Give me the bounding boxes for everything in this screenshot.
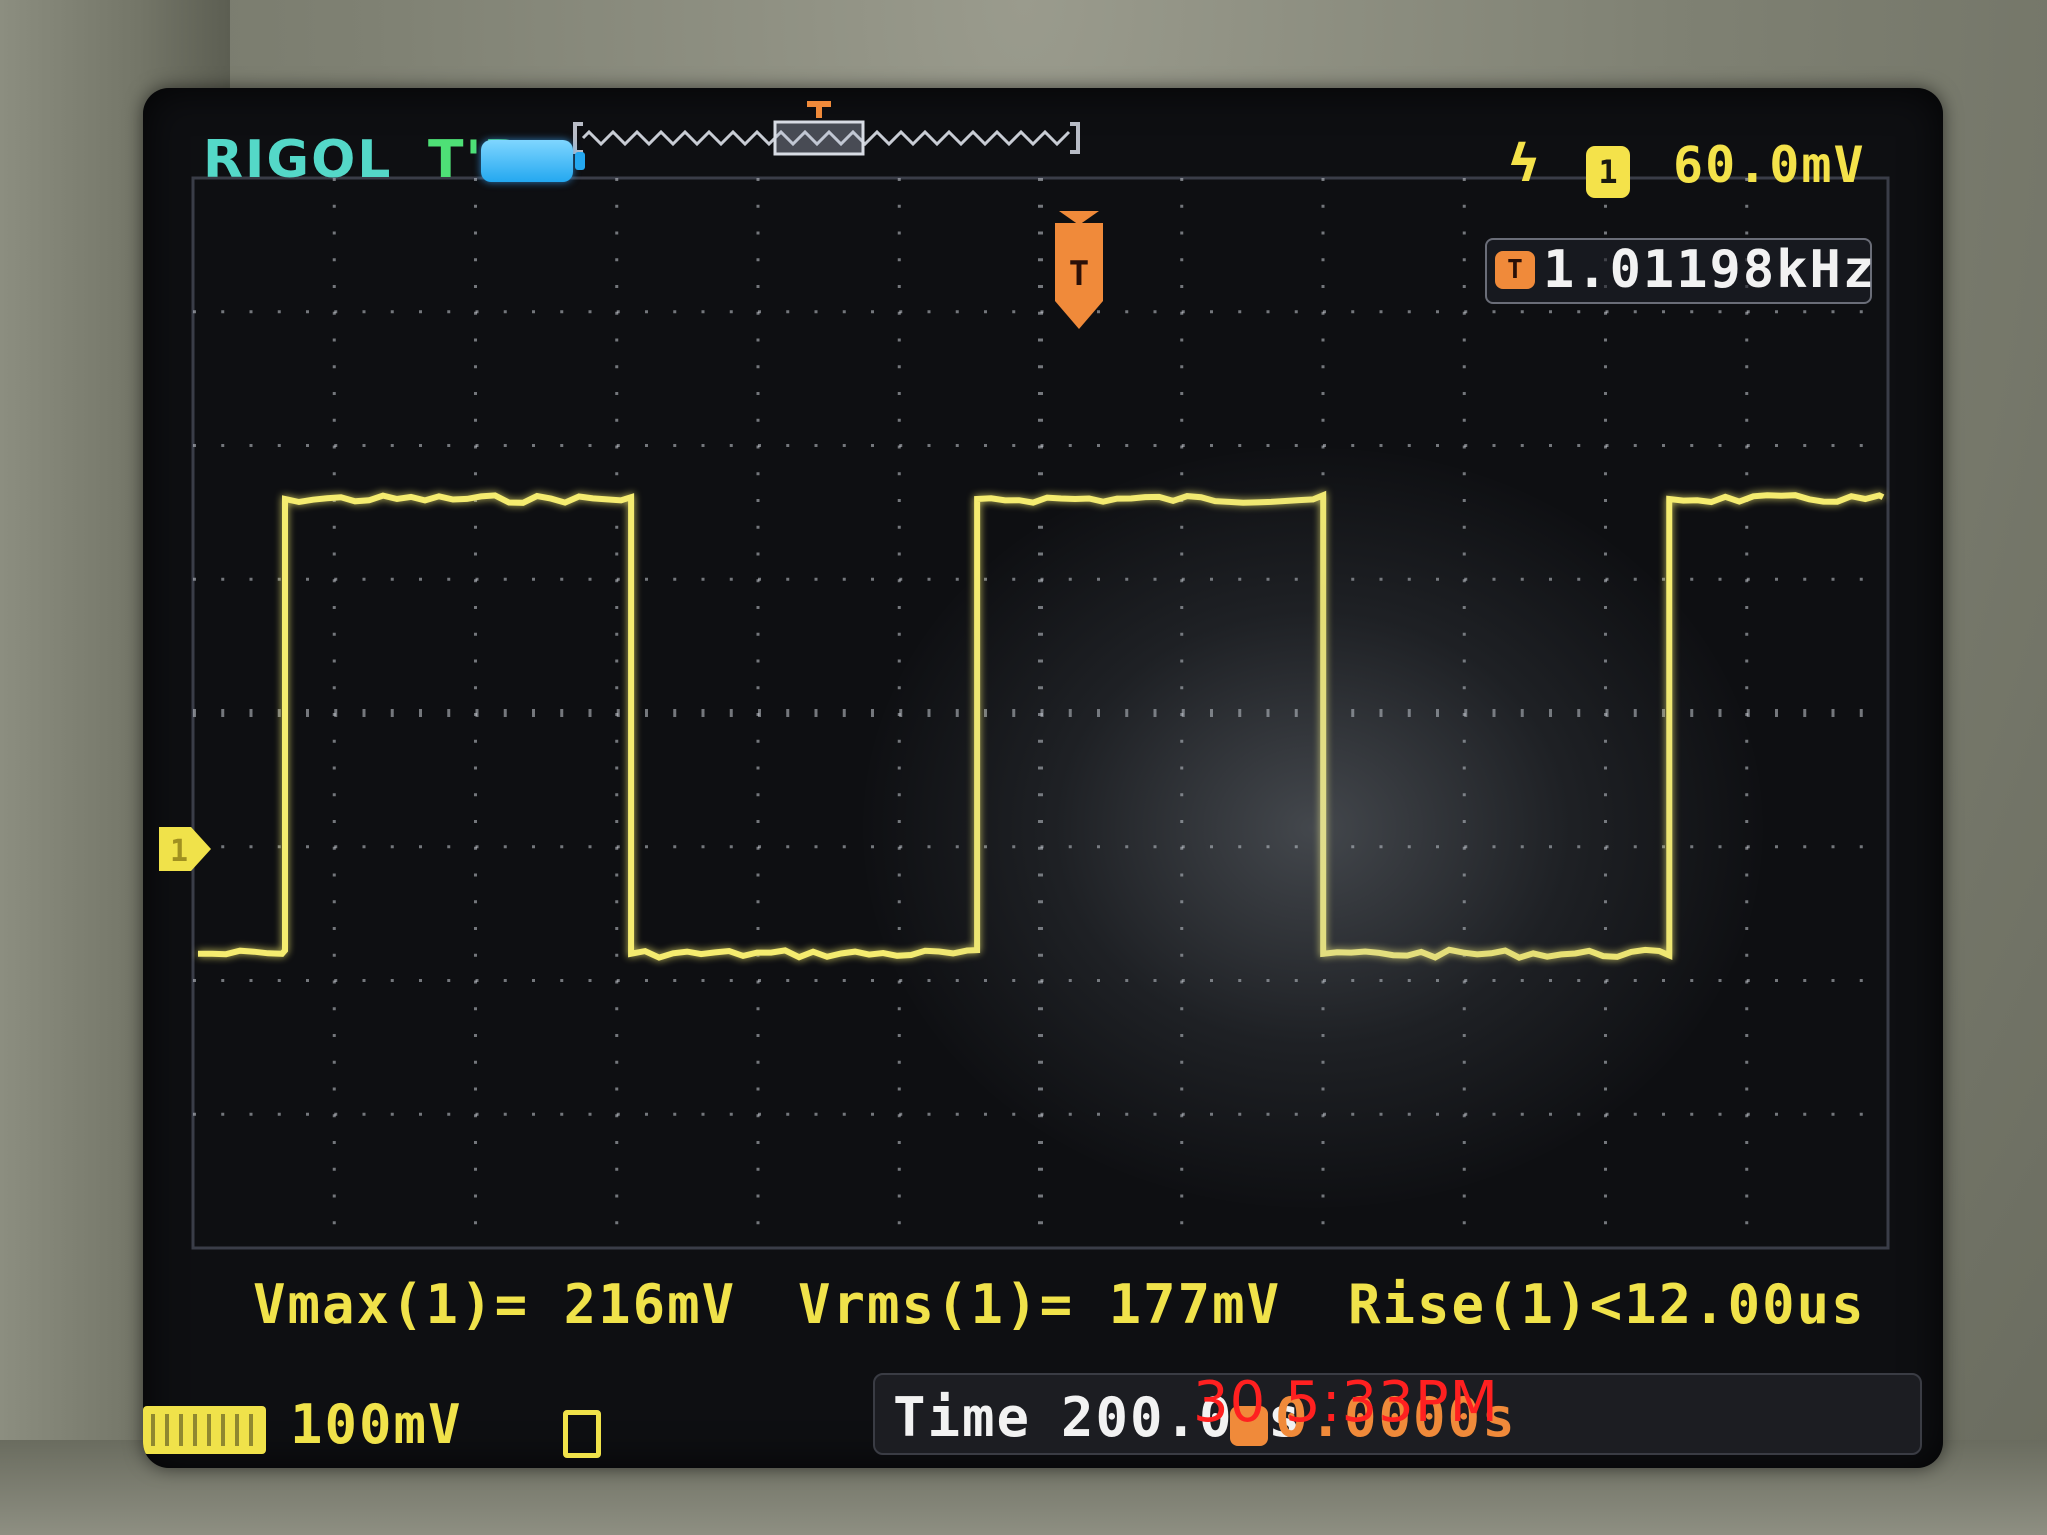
frequency-counter-icon: T xyxy=(1495,251,1535,289)
measurement-vmax: Vmax(1)= 216mV xyxy=(253,1273,737,1336)
dc-coupling-icon xyxy=(151,1414,258,1446)
measurement-vrms: Vrms(1)= 177mV xyxy=(798,1273,1282,1336)
battery-icon xyxy=(481,140,585,182)
graticule-grid xyxy=(191,176,1890,1250)
oscilloscope-screen: RIGOL T'D ϟ 1 60.0mV T 1.01198kHz T 1 Vm… xyxy=(143,88,1943,1468)
measurement-rise: Rise(1)<12.00us xyxy=(1348,1273,1866,1336)
memory-bar-bracket-left xyxy=(573,122,583,154)
rising-edge-icon: ϟ xyxy=(1508,134,1542,194)
memory-depth-bar xyxy=(573,101,1080,156)
channel-1-trace xyxy=(197,490,1885,961)
channel-1-scale: 100mV xyxy=(290,1393,463,1456)
memory-bar-view-window xyxy=(773,120,865,156)
channel-marker-label: 1 xyxy=(170,834,188,869)
trigger-position-marker: T xyxy=(1055,211,1103,329)
frequency-readout: 1.01198kHz xyxy=(1543,240,1877,300)
bandwidth-limit-icon xyxy=(563,1410,601,1458)
trigger-source-icon: 1 xyxy=(1586,146,1630,198)
trigger-marker-label: T xyxy=(1069,254,1089,294)
memory-bar-bracket-right xyxy=(1070,122,1080,154)
timebase-label: Time xyxy=(893,1386,1032,1449)
photo-date-stamp: 30 5:33PM xyxy=(1193,1370,1499,1435)
trigger-level-readout: 60.0mV xyxy=(1673,136,1866,194)
memory-bar-trigger-mark xyxy=(807,101,831,118)
brand-logo: RIGOL xyxy=(203,130,393,190)
channel-1-badge[interactable] xyxy=(143,1406,266,1454)
channel-1-offset-marker[interactable]: 1 xyxy=(159,825,211,873)
